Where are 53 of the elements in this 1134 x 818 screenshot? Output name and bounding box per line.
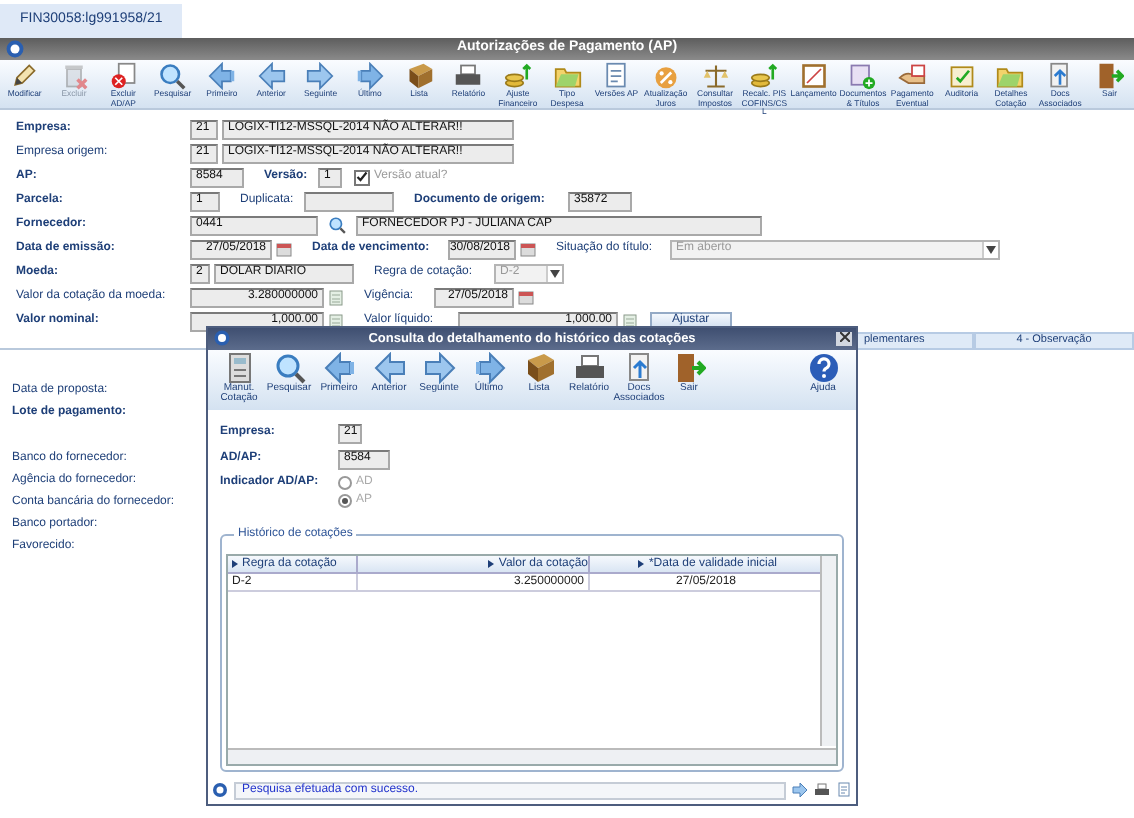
coins-icon [503,62,532,90]
scale-icon [701,62,730,90]
pencil-icon [10,62,39,90]
search-icon [158,62,187,90]
close-icon [839,332,849,343]
checkbox[interactable] [354,169,370,185]
arrow-left-icon [323,352,355,384]
exit-icon [673,352,705,384]
coins-icon [750,62,779,90]
close-button[interactable] [836,332,852,346]
arrow-right-icon[interactable] [792,782,808,798]
printer-icon [573,352,605,384]
sort-icon [232,560,238,568]
search-icon [273,352,305,384]
document-icon [848,62,877,90]
calendar-icon[interactable] [518,289,534,305]
check-icon [356,170,368,184]
book-icon [523,352,555,384]
sort-icon [488,560,495,568]
app-logo-icon [6,40,24,58]
trash-icon [59,62,88,90]
document-icon [623,352,655,384]
caret-icon [550,269,560,277]
folder-icon [996,62,1025,90]
document-icon [109,62,138,90]
input-field[interactable] [304,191,394,211]
book-icon [405,62,434,90]
document-icon [602,62,631,90]
arrow-right-icon [355,62,384,90]
search-icon[interactable] [328,216,346,234]
arrow-left-icon [373,352,405,384]
calculator-icon [223,352,255,384]
calendar-icon[interactable] [520,241,536,257]
horizontal-scrollbar[interactable] [228,748,836,764]
arrow-right-icon [423,352,455,384]
hand-icon [898,62,927,90]
calendar-icon[interactable] [276,241,292,257]
vertical-scrollbar[interactable] [820,556,836,746]
sort-icon [638,560,645,568]
arrow-left-icon [257,62,286,90]
printer-icon [454,62,483,90]
arrow-left-icon [207,62,236,90]
help-icon [807,352,839,384]
checklist-icon [947,62,976,90]
percent-icon [651,62,680,90]
status-icon [212,782,228,798]
notebook-icon [799,62,828,90]
folder-icon [553,62,582,90]
caret-icon [986,245,996,253]
arrow-right-icon [473,352,505,384]
printer-icon[interactable] [814,782,830,798]
arrow-right-icon [306,62,335,90]
exit-icon [1095,62,1124,90]
